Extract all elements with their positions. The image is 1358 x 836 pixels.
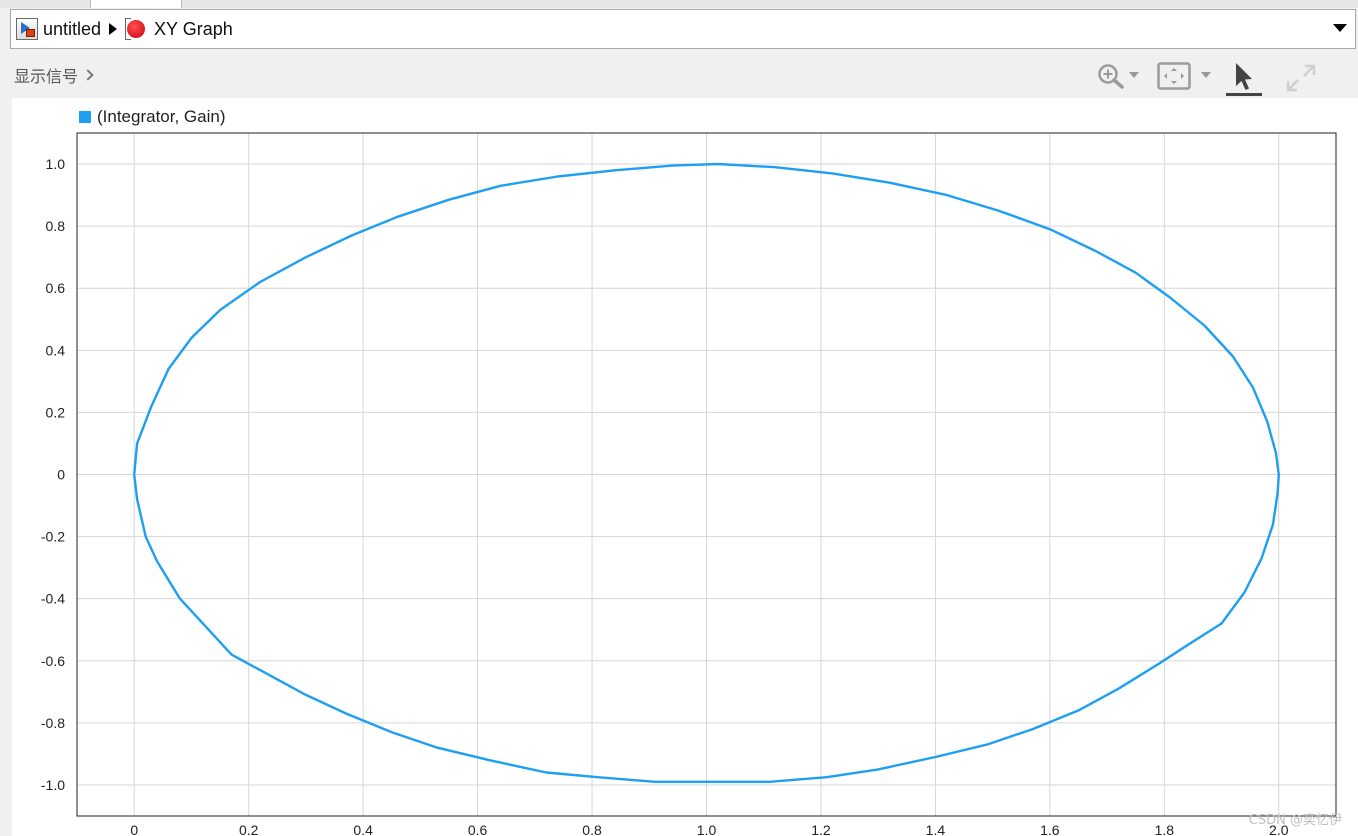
x-tick-label: 0.2 bbox=[239, 822, 259, 836]
watermark: CSDN @奕忆伊 bbox=[1248, 813, 1342, 828]
x-tick-label: 0.8 bbox=[582, 822, 602, 836]
y-tick-label: -0.4 bbox=[41, 591, 65, 607]
x-tick-label: 1.4 bbox=[926, 822, 946, 836]
xy-graph-chart[interactable]: 0 0.2 0.4 0.6 0.8 1.0 1.2 1.4 1.6 1.8 2.01.00.80.6… bbox=[0, 0, 1358, 836]
x-tick-label: 1.0 bbox=[697, 822, 717, 836]
y-tick-label: -0.2 bbox=[41, 529, 65, 545]
x-tick-label: 0.4 bbox=[353, 822, 373, 836]
x-tick-label: 1.8 bbox=[1155, 822, 1175, 836]
y-tick-label: 0.4 bbox=[46, 342, 66, 358]
x-tick-label: 1.2 bbox=[811, 822, 831, 836]
y-tick-label: -1.0 bbox=[41, 777, 65, 793]
x-tick-label: 1.6 bbox=[1040, 822, 1060, 836]
x-tick-label: 0.6 bbox=[468, 822, 488, 836]
y-tick-label: 0.8 bbox=[46, 218, 66, 234]
x-tick-label: 0 bbox=[130, 822, 138, 836]
y-tick-label: 1.0 bbox=[46, 156, 66, 172]
y-tick-label: -0.6 bbox=[41, 653, 65, 669]
y-tick-label: 0.2 bbox=[46, 404, 66, 420]
y-tick-label: 0.6 bbox=[46, 280, 66, 296]
y-tick-label: 0 bbox=[57, 467, 65, 483]
y-tick-label: -0.8 bbox=[41, 715, 65, 731]
